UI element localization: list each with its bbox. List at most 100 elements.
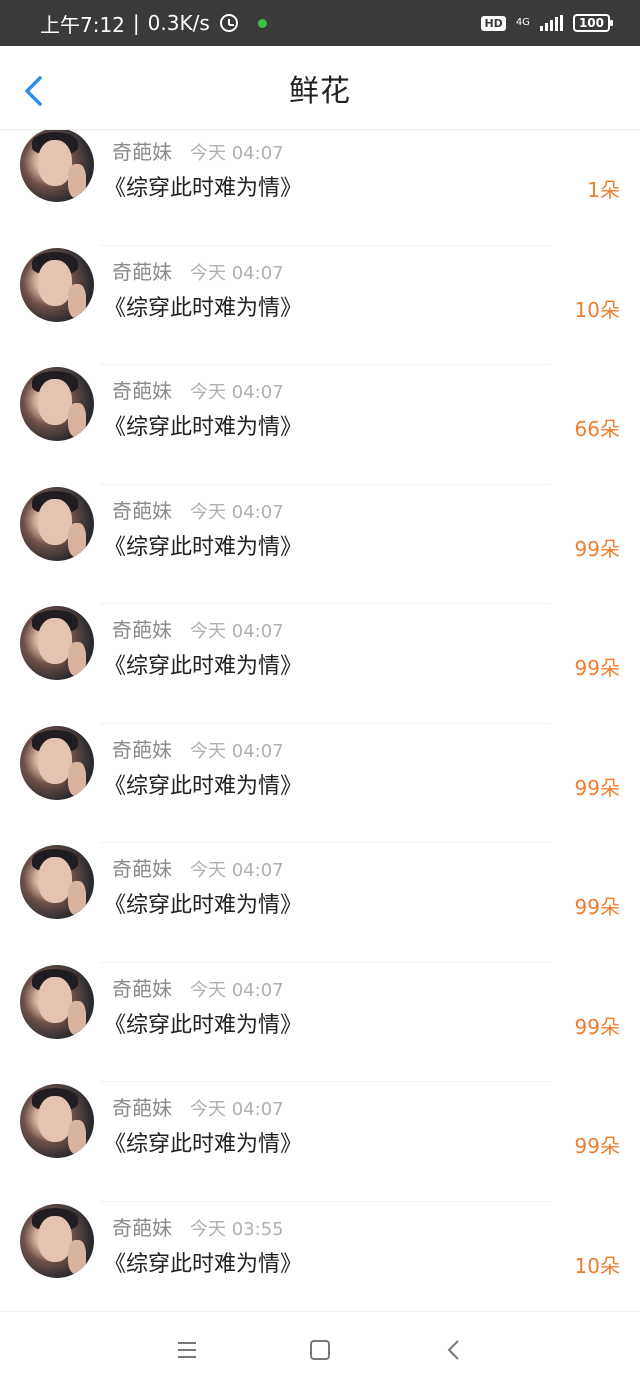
list-item[interactable]: 奇葩妹 今天 04:07 《综穿此时难为情》 99朵 bbox=[0, 1082, 640, 1202]
avatar-face bbox=[38, 1215, 72, 1262]
avatar-hand bbox=[68, 1120, 86, 1154]
book-title[interactable]: 《综穿此时难为情》 bbox=[104, 1126, 302, 1158]
system-back-button[interactable] bbox=[433, 1330, 473, 1370]
user-name[interactable]: 奇葩妹 bbox=[112, 1212, 172, 1241]
flower-count: 10朵 bbox=[574, 297, 620, 322]
user-name[interactable]: 奇葩妹 bbox=[112, 136, 172, 165]
avatar-hand bbox=[68, 403, 86, 437]
avatar[interactable] bbox=[20, 1084, 94, 1158]
battery-level: 100 bbox=[578, 16, 604, 30]
flower-count: 99朵 bbox=[574, 895, 620, 919]
meta-line: 奇葩妹 今天 04:07 bbox=[112, 136, 284, 165]
status-left: 上午7:12 | 0.3K/s bbox=[40, 9, 267, 38]
book-title[interactable]: 《综穿此时难为情》 bbox=[104, 768, 302, 800]
home-square-icon bbox=[309, 1339, 330, 1360]
back-arrow-icon bbox=[25, 76, 42, 106]
list-item[interactable]: 奇葩妹 今天 04:07 《综穿此时难为情》 10朵 bbox=[0, 246, 640, 365]
meta-line: 奇葩妹 今天 04:07 bbox=[112, 614, 284, 643]
user-name[interactable]: 奇葩妹 bbox=[112, 256, 172, 285]
meta-line: 奇葩妹 今天 04:07 bbox=[112, 375, 284, 404]
avatar-face bbox=[38, 618, 72, 664]
avatar[interactable] bbox=[20, 367, 94, 441]
gift-time: 今天 04:07 bbox=[190, 979, 284, 1001]
flower-count: 99朵 bbox=[574, 1014, 620, 1039]
user-name[interactable]: 奇葩妹 bbox=[112, 734, 172, 763]
back-chevron-icon bbox=[447, 1339, 460, 1360]
flower-count: 99朵 bbox=[574, 775, 620, 800]
list-item[interactable]: 奇葩妹 今天 04:07 《综穿此时难为情》 99朵 bbox=[0, 724, 640, 843]
list-item[interactable]: 奇葩妹 今天 04:07 《综穿此时难为情》 99朵 bbox=[0, 843, 640, 963]
avatar[interactable] bbox=[20, 725, 94, 800]
list-item[interactable]: 奇葩妹 今天 04:07 《综穿此时难为情》 66朵 bbox=[0, 365, 640, 485]
signal-icon bbox=[539, 15, 563, 31]
user-name[interactable]: 奇葩妹 bbox=[112, 1092, 172, 1121]
avatar[interactable] bbox=[20, 1203, 94, 1278]
gift-time: 今天 04:07 bbox=[190, 501, 284, 523]
system-nav-bar bbox=[0, 1311, 640, 1387]
book-title[interactable]: 《综穿此时难为情》 bbox=[104, 1246, 302, 1278]
page-header: 鲜花 bbox=[0, 46, 640, 130]
menu-icon bbox=[177, 1341, 196, 1358]
list-item[interactable]: 奇葩妹 今天 04:07 《综穿此时难为情》 99朵 bbox=[0, 485, 640, 604]
avatar-hand bbox=[68, 761, 86, 796]
user-name[interactable]: 奇葩妹 bbox=[112, 614, 172, 643]
flower-count: 99朵 bbox=[574, 536, 620, 561]
meta-line: 奇葩妹 今天 04:07 bbox=[112, 853, 284, 882]
avatar-face bbox=[38, 1096, 72, 1142]
avatar-face bbox=[38, 498, 72, 545]
menu-button[interactable] bbox=[167, 1330, 207, 1370]
avatar[interactable] bbox=[20, 845, 94, 919]
flower-count: 1朵 bbox=[587, 178, 620, 202]
book-title[interactable]: 《综穿此时难为情》 bbox=[104, 409, 302, 441]
flower-count: 10朵 bbox=[574, 1253, 620, 1278]
avatar[interactable] bbox=[20, 486, 94, 561]
book-title[interactable]: 《综穿此时难为情》 bbox=[104, 1007, 302, 1039]
back-button[interactable] bbox=[22, 76, 48, 106]
list-item[interactable]: 奇葩妹 今天 04:07 《综穿此时难为情》 99朵 bbox=[0, 604, 640, 724]
flower-list[interactable]: 奇葩妹 今天 04:07 《综穿此时难为情》 1朵 奇葩妹 今天 04:07 《… bbox=[0, 126, 640, 1311]
meta-line: 奇葩妹 今天 04:07 bbox=[112, 495, 284, 524]
flower-count: 99朵 bbox=[574, 1134, 620, 1158]
list-item[interactable]: 奇葩妹 今天 04:07 《综穿此时难为情》 1朵 bbox=[0, 126, 640, 246]
user-name[interactable]: 奇葩妹 bbox=[112, 853, 172, 882]
avatar[interactable] bbox=[20, 128, 94, 202]
list-item[interactable]: 奇葩妹 今天 04:07 《综穿此时难为情》 99朵 bbox=[0, 963, 640, 1082]
gift-time: 今天 04:07 bbox=[190, 1099, 284, 1120]
book-title[interactable]: 《综穿此时难为情》 bbox=[104, 290, 302, 322]
gift-time: 今天 04:07 bbox=[190, 382, 284, 403]
home-button[interactable] bbox=[300, 1330, 340, 1370]
alarm-icon bbox=[219, 14, 238, 32]
avatar-hand bbox=[68, 283, 86, 318]
meta-line: 奇葩妹 今天 04:07 bbox=[112, 973, 284, 1002]
book-title[interactable]: 《综穿此时难为情》 bbox=[104, 887, 302, 919]
flower-count: 99朵 bbox=[574, 656, 620, 680]
flower-count: 66朵 bbox=[574, 417, 620, 441]
avatar-face bbox=[38, 857, 72, 903]
status-bar: 上午7:12 | 0.3K/s HD 4G 100 bbox=[0, 0, 640, 46]
avatar-hand bbox=[68, 522, 86, 557]
avatar-hand bbox=[68, 1239, 86, 1274]
meta-line: 奇葩妹 今天 04:07 bbox=[112, 734, 284, 763]
book-title[interactable]: 《综穿此时难为情》 bbox=[104, 529, 302, 561]
status-time: 上午7:12 bbox=[40, 12, 125, 37]
list-item[interactable]: 奇葩妹 今天 03:55 《综穿此时难为情》 10朵 bbox=[0, 1202, 640, 1312]
meta-line: 奇葩妹 今天 04:07 bbox=[112, 1092, 284, 1121]
avatar[interactable] bbox=[20, 964, 94, 1039]
meta-line: 奇葩妹 今天 03:55 bbox=[112, 1212, 284, 1241]
avatar-face bbox=[38, 140, 72, 186]
gift-time: 今天 04:07 bbox=[190, 740, 284, 762]
avatar-face bbox=[38, 976, 72, 1023]
avatar[interactable] bbox=[20, 247, 94, 322]
gift-time: 今天 04:07 bbox=[190, 143, 284, 164]
gift-time: 今天 04:07 bbox=[190, 621, 284, 642]
avatar-hand bbox=[68, 642, 86, 676]
book-title[interactable]: 《综穿此时难为情》 bbox=[104, 170, 302, 202]
gift-time: 今天 04:07 bbox=[190, 262, 284, 284]
book-title[interactable]: 《综穿此时难为情》 bbox=[104, 648, 302, 680]
hd-badge: HD bbox=[481, 15, 506, 31]
user-name[interactable]: 奇葩妹 bbox=[112, 495, 172, 524]
user-name[interactable]: 奇葩妹 bbox=[112, 973, 172, 1002]
avatar[interactable] bbox=[20, 606, 94, 680]
avatar-face bbox=[38, 737, 72, 784]
user-name[interactable]: 奇葩妹 bbox=[112, 375, 172, 404]
